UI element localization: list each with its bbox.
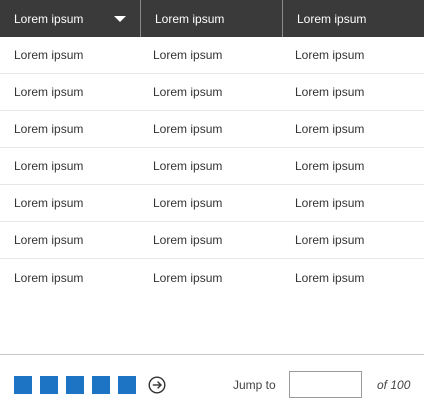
table-cell: Lorem ipsum [153,48,223,62]
table-cell: Lorem ipsum [153,270,223,285]
page-button-1[interactable] [14,376,32,394]
page-buttons [14,376,166,394]
table-row[interactable]: Lorem ipsum Lorem ipsum Lorem ipsum [0,259,424,296]
table-cell: Lorem ipsum [295,159,365,173]
table-cell: Lorem ipsum [153,85,223,99]
table-row[interactable]: Lorem ipsum Lorem ipsum Lorem ipsum [0,37,424,74]
column-header-1[interactable]: Lorem ipsum [0,0,141,37]
table-row[interactable]: Lorem ipsum Lorem ipsum Lorem ipsum [0,74,424,111]
table-cell: Lorem ipsum [14,85,84,99]
column-header-3[interactable]: Lorem ipsum [283,0,424,37]
page-button-4[interactable] [92,376,110,394]
table-cell: Lorem ipsum [295,48,365,62]
table-cell: Lorem ipsum [295,85,365,99]
chevron-down-icon[interactable] [114,16,126,22]
table-cell: Lorem ipsum [153,233,223,247]
page-button-3[interactable] [66,376,84,394]
table-cell: Lorem ipsum [153,196,223,210]
pagination-bar: Jump to of 100 [0,354,424,410]
table-header: Lorem ipsum Lorem ipsum Lorem ipsum [0,0,424,37]
column-header-label: Lorem ipsum [14,11,84,26]
column-header-label: Lorem ipsum [297,11,367,26]
jump-to-input[interactable] [289,371,362,398]
table-cell: Lorem ipsum [153,159,223,173]
table-row[interactable]: Lorem ipsum Lorem ipsum Lorem ipsum [0,111,424,148]
table-cell: Lorem ipsum [14,48,84,62]
table-cell: Lorem ipsum [295,196,365,210]
table-cell: Lorem ipsum [295,270,365,285]
arrow-right-circle-icon[interactable] [148,376,166,394]
table-cell: Lorem ipsum [14,233,84,247]
table-cell: Lorem ipsum [14,122,84,136]
total-pages-label: of 100 [377,378,411,392]
column-header-label: Lorem ipsum [155,11,225,26]
table-cell: Lorem ipsum [14,270,84,285]
table-cell: Lorem ipsum [153,122,223,136]
page-button-5[interactable] [118,376,136,394]
table-cell: Lorem ipsum [295,233,365,247]
data-table: Lorem ipsum Lorem ipsum Lorem ipsum Lore… [0,0,424,296]
table-row[interactable]: Lorem ipsum Lorem ipsum Lorem ipsum [0,148,424,185]
table-cell: Lorem ipsum [14,159,84,173]
table-cell: Lorem ipsum [295,122,365,136]
column-header-2[interactable]: Lorem ipsum [141,0,283,37]
page-button-2[interactable] [40,376,58,394]
table-row[interactable]: Lorem ipsum Lorem ipsum Lorem ipsum [0,185,424,222]
table-row[interactable]: Lorem ipsum Lorem ipsum Lorem ipsum [0,222,424,259]
table-cell: Lorem ipsum [14,196,84,210]
jump-to-label: Jump to [233,378,276,392]
